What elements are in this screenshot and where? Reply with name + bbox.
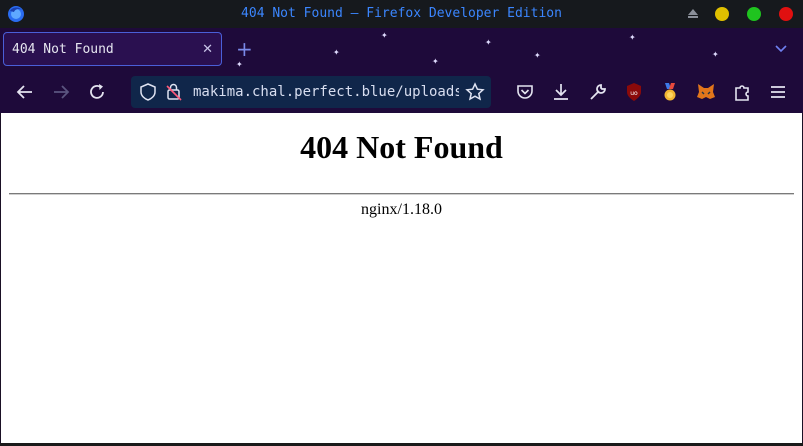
insecure-lock-icon[interactable] <box>164 82 184 102</box>
close-button[interactable] <box>779 7 793 21</box>
new-tab-button[interactable]: + <box>236 34 253 64</box>
star-decoration: ✦ <box>432 57 439 66</box>
divider <box>9 193 794 195</box>
chevron-down-icon[interactable] <box>774 42 788 56</box>
window-title: 404 Not Found — Firefox Developer Editio… <box>241 6 562 21</box>
hamburger-menu-icon[interactable] <box>767 81 789 103</box>
window-shade-bar <box>688 16 698 18</box>
minimize-button[interactable] <box>715 7 729 21</box>
tab-strip: ✦ ✦ ✦ ✦ ✦ ✦ ✦ ✦ 404 Not Found ✕ + <box>0 28 803 71</box>
star-decoration: ✦ <box>485 38 492 47</box>
server-signature: nginx/1.18.0 <box>361 201 442 218</box>
window-shade-icon[interactable] <box>688 9 698 15</box>
tab-404-not-found[interactable]: 404 Not Found ✕ <box>3 32 222 66</box>
back-arrow-icon[interactable] <box>14 81 36 103</box>
star-decoration: ✦ <box>629 33 636 42</box>
tab-label: 404 Not Found <box>12 42 114 57</box>
star-decoration: ✦ <box>333 48 340 57</box>
star-decoration: ✦ <box>712 50 719 59</box>
title-bar: 404 Not Found — Firefox Developer Editio… <box>0 0 803 28</box>
ublock-origin-icon[interactable]: uo <box>623 81 645 103</box>
puzzle-icon[interactable] <box>731 81 753 103</box>
star-icon[interactable] <box>465 82 485 102</box>
download-icon[interactable] <box>550 81 572 103</box>
medal-icon[interactable] <box>659 81 681 103</box>
close-tab-icon[interactable]: ✕ <box>202 33 213 67</box>
metamask-fox-icon[interactable] <box>695 81 717 103</box>
star-decoration: ✦ <box>381 31 388 40</box>
url-input[interactable]: makima.chal.perfect.blue/uploads/ <box>193 76 459 108</box>
svg-text:uo: uo <box>630 90 638 97</box>
reload-icon[interactable] <box>86 81 108 103</box>
page-content: 404 Not Found nginx/1.18.0 <box>1 113 802 443</box>
page-heading: 404 Not Found <box>300 129 503 165</box>
wrench-icon[interactable] <box>587 81 609 103</box>
url-bar[interactable]: makima.chal.perfect.blue/uploads/ <box>131 76 491 108</box>
nav-bar: makima.chal.perfect.blue/uploads/ uo <box>0 71 803 113</box>
star-decoration: ✦ <box>534 51 541 60</box>
forward-arrow-icon[interactable] <box>50 81 72 103</box>
maximize-button[interactable] <box>747 7 761 21</box>
pocket-icon[interactable] <box>514 81 536 103</box>
shield-icon[interactable] <box>138 82 158 102</box>
